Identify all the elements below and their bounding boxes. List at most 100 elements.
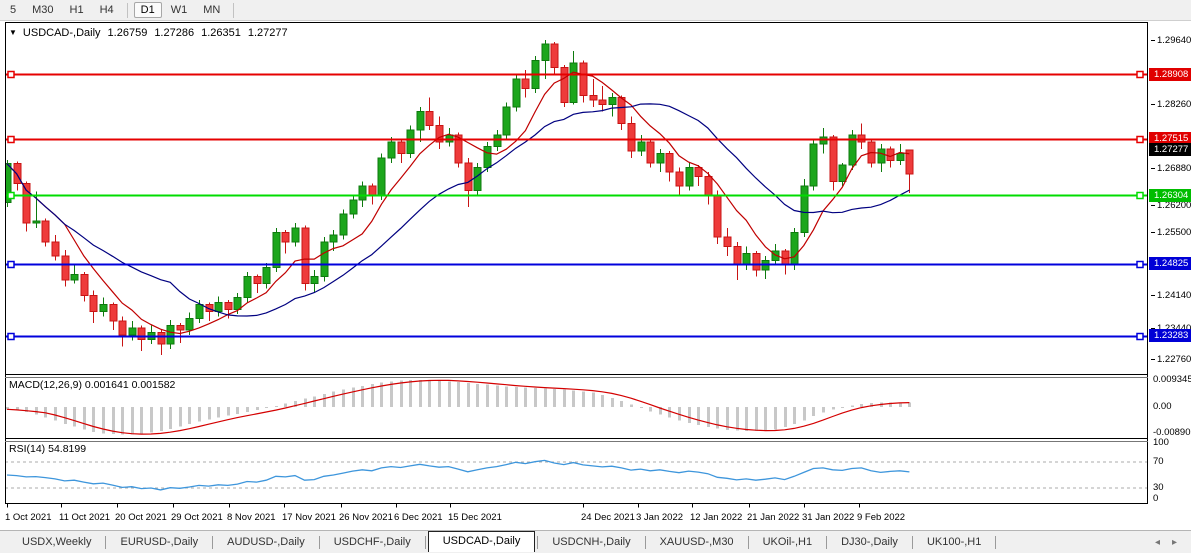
tab-divider <box>425 536 426 549</box>
date-label: 24 Dec 2021 <box>581 512 635 523</box>
price-badge-1.24825: 1.24825 <box>1149 257 1191 270</box>
timeframe-button-mn[interactable]: MN <box>196 2 227 18</box>
macd-values: 0.001641 0.001582 <box>85 379 176 391</box>
line-anchor-marker <box>8 72 14 78</box>
tabs-scroll-left-icon[interactable]: ◂ <box>1155 537 1160 548</box>
macd-name: MACD(12,26,9) <box>9 379 82 391</box>
horizontal-lines <box>5 72 1148 340</box>
timeframe-button-h1[interactable]: H1 <box>63 2 91 18</box>
ohlc-close: 1.27277 <box>248 27 288 39</box>
rsi-axis-70: 70 <box>1153 456 1164 468</box>
rsi-value: 54.8199 <box>48 443 86 455</box>
date-label: 9 Feb 2022 <box>857 512 905 523</box>
timeframe-button-5[interactable]: 5 <box>3 2 23 18</box>
tab-eurusd-daily[interactable]: EURUSD-,Daily <box>108 532 210 552</box>
price-badge-1.26304: 1.26304 <box>1149 189 1191 202</box>
tab-divider <box>212 536 213 549</box>
price-badge-1.23283: 1.23283 <box>1149 329 1191 342</box>
rsi-name: RSI(14) <box>9 443 45 455</box>
tab-divider <box>537 536 538 549</box>
tab-divider <box>645 536 646 549</box>
macd-axis-0.00: 0.00 <box>1153 401 1172 413</box>
hline-1.24825[interactable] <box>5 262 1148 268</box>
ohlc-high: 1.27286 <box>154 27 194 39</box>
price-tick-1.26880: 1.26880 <box>1151 162 1191 175</box>
line-anchor-marker <box>1137 137 1143 143</box>
ma-fast-line <box>7 72 909 333</box>
date-label: 20 Oct 2021 <box>115 512 167 523</box>
tab-ukoil-h1[interactable]: UKOil-,H1 <box>751 532 825 552</box>
rsi-axis-0: 0 <box>1153 493 1158 505</box>
hline-1.23283[interactable] <box>5 334 1148 340</box>
line-anchor-marker <box>8 193 14 199</box>
price-chart-canvas[interactable]: 1 Oct 2021 11 Oct 2021 20 Oct 2021 29 Oct 2… <box>5 22 1148 529</box>
line-anchor-marker <box>8 137 14 143</box>
tab-divider <box>995 536 996 549</box>
tab-xauusd-m30[interactable]: XAUUSD-,M30 <box>648 532 746 552</box>
timeframe-toolbar: 5M30H1H4 D1W1MN <box>0 0 1191 21</box>
line-anchor-marker <box>1137 193 1143 199</box>
rsi-axis-100: 100 <box>1153 437 1169 449</box>
mt4-window: 5M30H1H4 D1W1MN 1 Oct 2021 11 Oct 2021 20 O… <box>0 0 1191 553</box>
date-label: 31 Jan 2022 <box>802 512 854 523</box>
hline-1.27515[interactable] <box>5 137 1148 143</box>
date-label: 1 Oct 2021 <box>5 512 51 523</box>
date-label: 26 Nov 2021 <box>339 512 393 523</box>
line-anchor-marker <box>1137 262 1143 268</box>
timeframe-button-d1[interactable]: D1 <box>134 2 162 18</box>
tab-audusd-daily[interactable]: AUDUSD-,Daily <box>215 532 317 552</box>
tab-dj30-daily[interactable]: DJ30-,Daily <box>829 532 910 552</box>
timeframe-button-w1[interactable]: W1 <box>164 2 195 18</box>
rsi-indicator-label: RSI(14) 54.8199 <box>9 443 86 455</box>
date-label: 12 Jan 2022 <box>690 512 742 523</box>
price-tick-1.22760: 1.22760 <box>1151 353 1191 366</box>
ohlc-open: 1.26759 <box>108 27 148 39</box>
timeframe-button-h4[interactable]: H4 <box>93 2 121 18</box>
tab-usdcad-daily[interactable]: USDCAD-,Daily <box>428 531 536 552</box>
hline-1.26304[interactable] <box>5 193 1148 199</box>
date-axis: 1 Oct 2021 11 Oct 2021 20 Oct 2021 29 Oct 2… <box>5 504 905 524</box>
tabs-scroll-right-icon[interactable]: ▸ <box>1172 537 1177 548</box>
rsi-line <box>7 460 909 490</box>
macd-indicator-label: MACD(12,26,9) 0.001641 0.001582 <box>9 379 175 391</box>
date-label: 15 Dec 2021 <box>448 512 502 523</box>
price-badge-1.27277: 1.27277 <box>1149 143 1191 156</box>
macd-axis-0.009345: 0.009345 <box>1153 374 1191 386</box>
tab-scroll-arrows: ◂ ▸ <box>1155 537 1177 548</box>
ohlc-low: 1.26351 <box>201 27 241 39</box>
tab-usdchf-daily[interactable]: USDCHF-,Daily <box>322 532 423 552</box>
tab-divider <box>105 536 106 549</box>
tab-divider <box>319 536 320 549</box>
chart-svg: 1 Oct 2021 11 Oct 2021 20 Oct 2021 29 Oct 2… <box>5 22 1148 529</box>
chart-symbol-label: USDCAD-,Daily <box>23 27 101 39</box>
tab-divider <box>748 536 749 549</box>
chart-tabs-bar: USDX,WeeklyEURUSD-,DailyAUDUSD-,DailyUSD… <box>0 530 1191 553</box>
tab-usdcnh-daily[interactable]: USDCNH-,Daily <box>540 532 642 552</box>
tab-divider <box>912 536 913 549</box>
date-label: 17 Nov 2021 <box>282 512 336 523</box>
price-tick-1.29640: 1.29640 <box>1151 34 1191 47</box>
price-tick-1.28260: 1.28260 <box>1151 98 1191 111</box>
date-label: 29 Oct 2021 <box>171 512 223 523</box>
line-anchor-marker <box>1137 72 1143 78</box>
toolbar-separator <box>127 3 128 18</box>
price-tick-1.24140: 1.24140 <box>1151 289 1191 302</box>
price-axis: 1.296401.282601.268801.262001.255001.241… <box>1149 22 1191 529</box>
line-anchor-marker <box>1137 334 1143 340</box>
timeframe-button-m30[interactable]: M30 <box>25 2 60 18</box>
tab-usdx-weekly[interactable]: USDX,Weekly <box>10 532 103 552</box>
collapse-arrow-icon[interactable]: ▼ <box>9 28 17 37</box>
tab-divider <box>826 536 827 549</box>
date-label: 11 Oct 2021 <box>59 512 110 523</box>
date-label: 6 Dec 2021 <box>394 512 443 523</box>
price-tick-1.25500: 1.25500 <box>1151 226 1191 239</box>
date-label: 3 Jan 2022 <box>636 512 683 523</box>
date-label: 21 Jan 2022 <box>747 512 799 523</box>
chart-header: ▼ USDCAD-,Daily 1.26759 1.27286 1.26351 1.272… <box>9 27 288 39</box>
line-anchor-marker <box>8 334 14 340</box>
line-anchor-marker <box>8 262 14 268</box>
date-label: 8 Nov 2021 <box>227 512 276 523</box>
tab-uk100-h1[interactable]: UK100-,H1 <box>915 532 993 552</box>
toolbar-separator <box>233 3 234 18</box>
chart-tabs: USDX,WeeklyEURUSD-,DailyAUDUSD-,DailyUSD… <box>0 531 998 553</box>
